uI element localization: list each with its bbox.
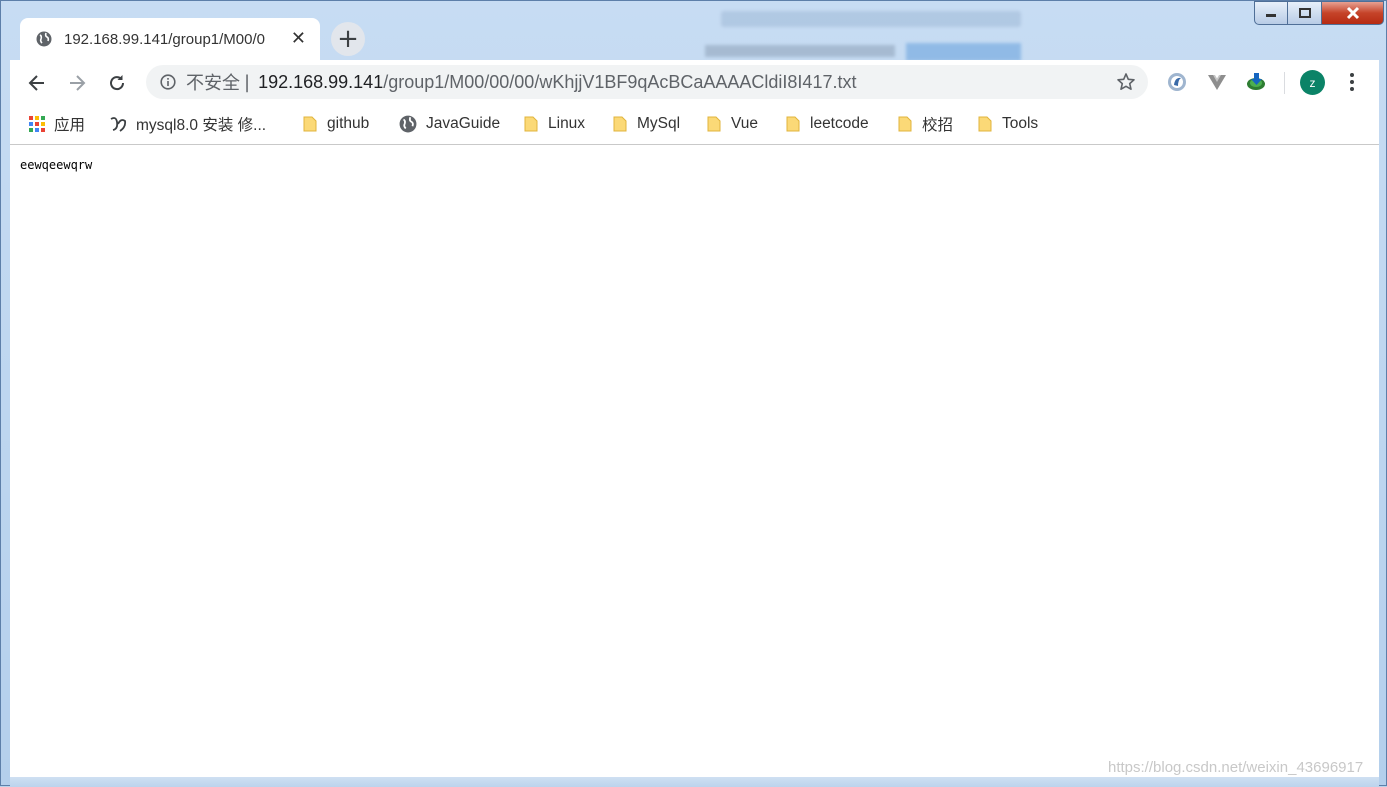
restore-icon (1298, 8, 1311, 18)
folder-icon (303, 116, 317, 132)
new-tab-button[interactable]: + (331, 22, 365, 56)
bookmark-label: Linux (548, 115, 586, 132)
bookmark-label: github (327, 115, 370, 132)
bookmark-label: mysql8.0 安装 修... (136, 117, 267, 134)
globe-icon (36, 31, 52, 47)
maximize-button[interactable] (1288, 1, 1322, 25)
forward-button[interactable] (63, 69, 91, 97)
bookmarks-bar: 应用 mysql8.0 安装 修... github JavaGuide Lin… (10, 104, 1379, 145)
bookmark-label: JavaGuide (426, 115, 501, 132)
site-favicon-icon (110, 117, 127, 132)
bookmark-folder-mysql[interactable]: MySql (612, 113, 680, 135)
bookmark-label: Vue (731, 115, 759, 132)
close-window-button[interactable] (1322, 1, 1384, 25)
bookmark-javaguide[interactable]: JavaGuide (399, 113, 500, 135)
browser-window: 192.168.99.141/group1/M00/0 ✕ + 不安全 | 19… (0, 0, 1387, 787)
profile-avatar[interactable]: z (1300, 70, 1325, 95)
watermark: https://blog.csdn.net/weixin_43696917 (1108, 759, 1364, 776)
bookmark-star-icon[interactable] (1116, 72, 1136, 92)
folder-icon (613, 116, 627, 132)
bookmark-folder-leetcode[interactable]: leetcode (785, 113, 869, 135)
browser-tab[interactable]: 192.168.99.141/group1/M00/0 ✕ (20, 18, 320, 60)
apps-grid-icon (29, 116, 45, 132)
extension-vue-icon[interactable] (1206, 71, 1228, 93)
file-text: eewqeewqrw (20, 158, 93, 172)
reload-icon (110, 75, 125, 91)
info-icon[interactable] (160, 74, 176, 90)
arrow-right-icon (70, 75, 86, 91)
page-content: eewqeewqrw (10, 145, 1379, 777)
bookmark-folder-campus[interactable]: 校招 (897, 113, 953, 135)
extension-idm-icon[interactable] (1245, 71, 1267, 93)
folder-icon (524, 116, 538, 132)
bookmark-folder-linux[interactable]: Linux (523, 113, 585, 135)
url-path: /group1/M00/00/00/wKhjjV1BF9qAcBCaAAAACl… (383, 71, 857, 92)
extension-sync-icon[interactable] (1166, 71, 1188, 93)
folder-icon (898, 116, 912, 132)
close-icon (1346, 6, 1359, 20)
bookmark-label: 应用 (54, 117, 86, 134)
bookmark-apps[interactable]: 应用 (29, 113, 85, 135)
url-separator: | (244, 71, 251, 93)
reload-button[interactable] (103, 69, 131, 97)
bookmark-label: leetcode (810, 115, 869, 132)
bookmark-label: Tools (1002, 115, 1039, 132)
bookmark-folder-vue[interactable]: Vue (706, 113, 758, 135)
bookmark-folder-github[interactable]: github (302, 113, 369, 135)
folder-icon (978, 116, 992, 132)
folder-icon (786, 116, 800, 132)
minimize-button[interactable] (1254, 1, 1288, 25)
url-host: 192.168.99.141 (258, 71, 384, 92)
folder-icon (707, 116, 721, 132)
browser-toolbar: 不安全 | 192.168.99.141 /group1/M00/00/00/w… (10, 60, 1379, 104)
security-label[interactable]: 不安全 (186, 69, 240, 95)
tab-close-button[interactable]: ✕ (291, 30, 306, 48)
kebab-menu-icon[interactable] (1342, 71, 1362, 93)
bookmark-folder-tools[interactable]: Tools (977, 113, 1038, 135)
bookmark-label: 校招 (922, 117, 954, 134)
back-button[interactable] (23, 69, 51, 97)
address-bar[interactable]: 不安全 | 192.168.99.141 /group1/M00/00/00/w… (146, 65, 1148, 99)
tab-title: 192.168.99.141/group1/M00/0 (64, 30, 265, 48)
minimize-icon (1266, 14, 1276, 17)
bookmark-label: MySql (637, 115, 681, 132)
arrow-left-icon (28, 75, 44, 91)
bookmark-mysql-install[interactable]: mysql8.0 安装 修... (109, 113, 266, 135)
toolbar-separator (1284, 72, 1285, 94)
globe-icon (399, 115, 417, 133)
window-caption-buttons (1254, 1, 1384, 25)
